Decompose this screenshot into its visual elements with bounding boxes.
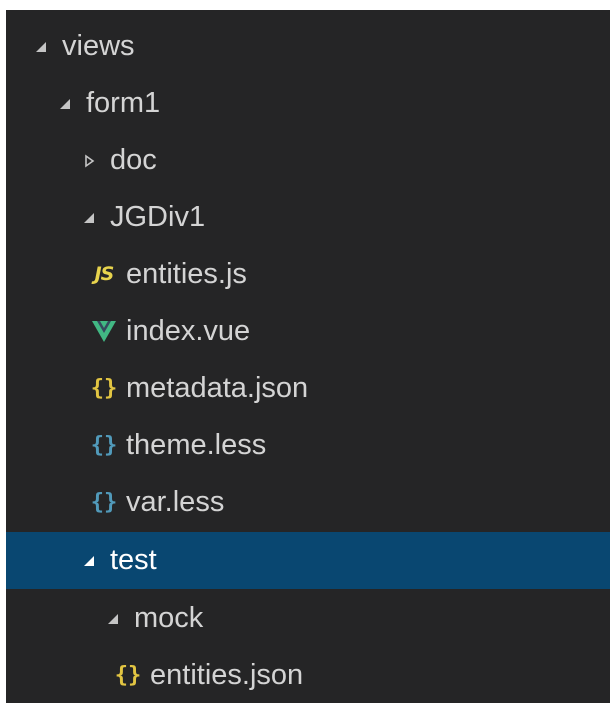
- tree-item-label: entities.js: [126, 258, 247, 290]
- chevron-right-icon[interactable]: [78, 150, 100, 172]
- tree-item-label: index.vue: [126, 315, 251, 347]
- explorer-panel: views form1 doc JGDiv1 JS entities.js in…: [6, 10, 610, 703]
- tree-item-label: JGDiv1: [110, 201, 206, 233]
- js-file-icon: JS: [94, 263, 115, 285]
- tree-item-label: form1: [86, 87, 161, 119]
- tree-item-label: doc: [110, 144, 157, 176]
- chevron-down-icon[interactable]: [102, 608, 124, 630]
- tree-item-entities-json[interactable]: {} entities.json: [6, 647, 610, 703]
- chevron-down-icon[interactable]: [54, 93, 76, 115]
- tree-item-label: var.less: [126, 486, 225, 518]
- tree-item-label: entities.json: [150, 659, 304, 691]
- tree-item-label: mock: [134, 602, 204, 634]
- less-file-icon: {}: [90, 432, 118, 458]
- json-file-icon: {}: [114, 662, 142, 688]
- chevron-down-icon[interactable]: [78, 550, 100, 572]
- tree-item-index-vue[interactable]: index.vue: [6, 303, 610, 360]
- tree-item-label: test: [110, 544, 157, 576]
- tree-item-label: theme.less: [126, 429, 267, 461]
- tree-item-mock[interactable]: mock: [6, 590, 610, 647]
- chevron-down-icon[interactable]: [78, 207, 100, 229]
- file-tree: views form1 doc JGDiv1 JS entities.js in…: [6, 10, 610, 703]
- tree-item-views[interactable]: views: [6, 18, 610, 75]
- chevron-down-icon[interactable]: [30, 36, 52, 58]
- less-file-icon: {}: [90, 489, 118, 515]
- tree-item-jgdiv1[interactable]: JGDiv1: [6, 189, 610, 246]
- tree-item-theme-less[interactable]: {} theme.less: [6, 417, 610, 474]
- tree-item-entities-js[interactable]: JS entities.js: [6, 246, 610, 303]
- tree-item-label: views: [62, 30, 135, 62]
- tree-item-metadata-json[interactable]: {} metadata.json: [6, 360, 610, 417]
- vue-file-icon: [90, 317, 118, 347]
- tree-item-var-less[interactable]: {} var.less: [6, 474, 610, 531]
- tree-item-form1[interactable]: form1: [6, 75, 610, 132]
- json-file-icon: {}: [90, 375, 118, 401]
- tree-item-doc[interactable]: doc: [6, 132, 610, 189]
- tree-item-label: metadata.json: [126, 372, 309, 404]
- tree-item-test[interactable]: test: [6, 532, 610, 589]
